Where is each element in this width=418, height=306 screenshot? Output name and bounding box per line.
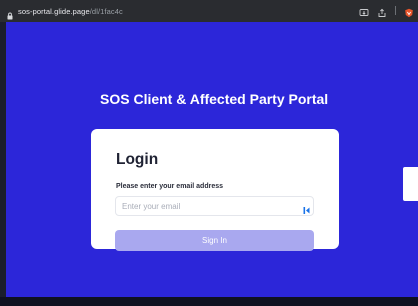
email-label: Please enter your email address	[116, 183, 223, 190]
url-path: /dl/1fac4c	[89, 6, 123, 16]
side-panel-edge	[403, 167, 418, 201]
portal-title: SOS Client & Affected Party Portal	[100, 91, 329, 107]
share-icon[interactable]	[377, 5, 387, 17]
url-host: sos-portal.glide.page	[18, 6, 90, 16]
toolbar-divider	[395, 5, 396, 15]
login-card: Login Please enter your email address Si…	[91, 129, 339, 251]
address-bar[interactable]: sos-portal.glide.page/dl/1fac4c	[18, 7, 123, 16]
email-field[interactable]	[115, 196, 314, 216]
extension-icon[interactable]	[404, 5, 414, 18]
install-app-icon[interactable]	[359, 5, 369, 16]
window-bottom-edge	[0, 297, 418, 306]
toolbar-icons	[359, 5, 414, 18]
browser-toolbar: sos-portal.glide.page/dl/1fac4c	[0, 0, 418, 22]
lock-icon[interactable]	[6, 7, 14, 20]
password-manager-icon[interactable]	[303, 202, 311, 214]
sign-in-button[interactable]: Sign In	[115, 230, 314, 251]
login-heading: Login	[116, 151, 159, 168]
